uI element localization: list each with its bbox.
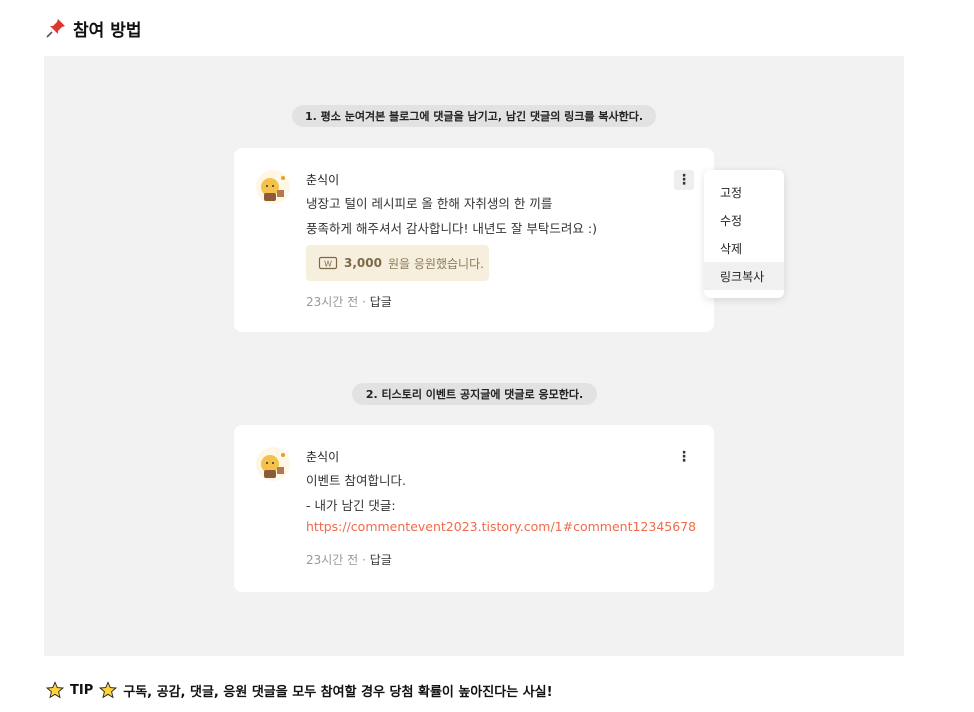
avatar <box>256 447 290 481</box>
tip-label: TIP <box>70 682 94 698</box>
instructions-panel: 1. 평소 눈여겨본 블로그에 댓글을 남기고, 남긴 댓글의 링크를 복사한다… <box>44 56 904 656</box>
step-2-label: 2. 티스토리 이벤트 공지글에 댓글로 응모한다. <box>352 383 597 405</box>
won-coin-icon: W <box>318 256 338 270</box>
comment-text-line: 풍족하게 해주셔서 감사합니다! 내년도 잘 부탁드려요 :) <box>306 221 597 236</box>
more-options-button[interactable]: ⋮ <box>674 447 694 467</box>
comment-card-1: 춘식이 냉장고 털이 레시피로 올 한해 자취생의 한 끼를 풍족하게 해주셔서… <box>234 148 714 332</box>
section-title: 참여 방법 <box>46 16 142 41</box>
more-options-button[interactable]: ⋮ <box>674 170 694 190</box>
step-1-label: 1. 평소 눈여겨본 블로그에 댓글을 남기고, 남긴 댓글의 링크를 복사한다… <box>292 105 656 127</box>
comment-meta: 23시간 전 · 답글 <box>306 551 392 568</box>
comment-time: 23시간 전 <box>306 553 359 567</box>
donation-text: 원을 응원했습니다. <box>387 256 484 271</box>
menu-item-copy-link[interactable]: 링크복사 <box>704 262 784 290</box>
section-title-text: 참여 방법 <box>73 20 142 41</box>
comment-meta: 23시간 전 · 답글 <box>306 293 392 310</box>
comment-card-2: 춘식이 이벤트 참여합니다. - 내가 남긴 댓글: https://comme… <box>234 425 714 592</box>
tip-text: 구독, 공감, 댓글, 응원 댓글을 모두 참여할 경우 당첨 확률이 높아진다… <box>123 684 553 700</box>
meta-separator: · <box>362 553 366 567</box>
pushpin-icon <box>46 19 65 38</box>
meta-separator: · <box>362 295 366 309</box>
menu-item-pin[interactable]: 고정 <box>704 178 784 206</box>
comment-text-line: 이벤트 참여합니다. <box>306 473 406 488</box>
donation-amount: 3,000 <box>344 256 382 270</box>
menu-item-delete[interactable]: 삭제 <box>704 234 784 262</box>
comment-text-line: 냉장고 털이 레시피로 올 한해 자취생의 한 끼를 <box>306 196 553 211</box>
star-icon <box>99 681 118 699</box>
comment-link[interactable]: https://commentevent2023.tistory.com/1#c… <box>306 519 696 534</box>
avatar <box>256 170 290 204</box>
star-icon <box>46 681 64 699</box>
donation-badge: W 3,000 원을 응원했습니다. <box>306 245 489 281</box>
reply-button[interactable]: 답글 <box>370 295 392 309</box>
reply-button[interactable]: 답글 <box>370 553 392 567</box>
comment-context-menu: 고정 수정 삭제 링크복사 <box>704 170 784 298</box>
comment-time: 23시간 전 <box>306 295 359 309</box>
svg-text:W: W <box>324 260 332 269</box>
comment-author[interactable]: 춘식이 <box>306 448 339 465</box>
comment-author[interactable]: 춘식이 <box>306 171 339 188</box>
comment-text-line: - 내가 남긴 댓글: <box>306 498 396 513</box>
menu-item-edit[interactable]: 수정 <box>704 206 784 234</box>
tip-line: TIP 구독, 공감, 댓글, 응원 댓글을 모두 참여할 경우 당첨 확률이 … <box>46 679 553 701</box>
